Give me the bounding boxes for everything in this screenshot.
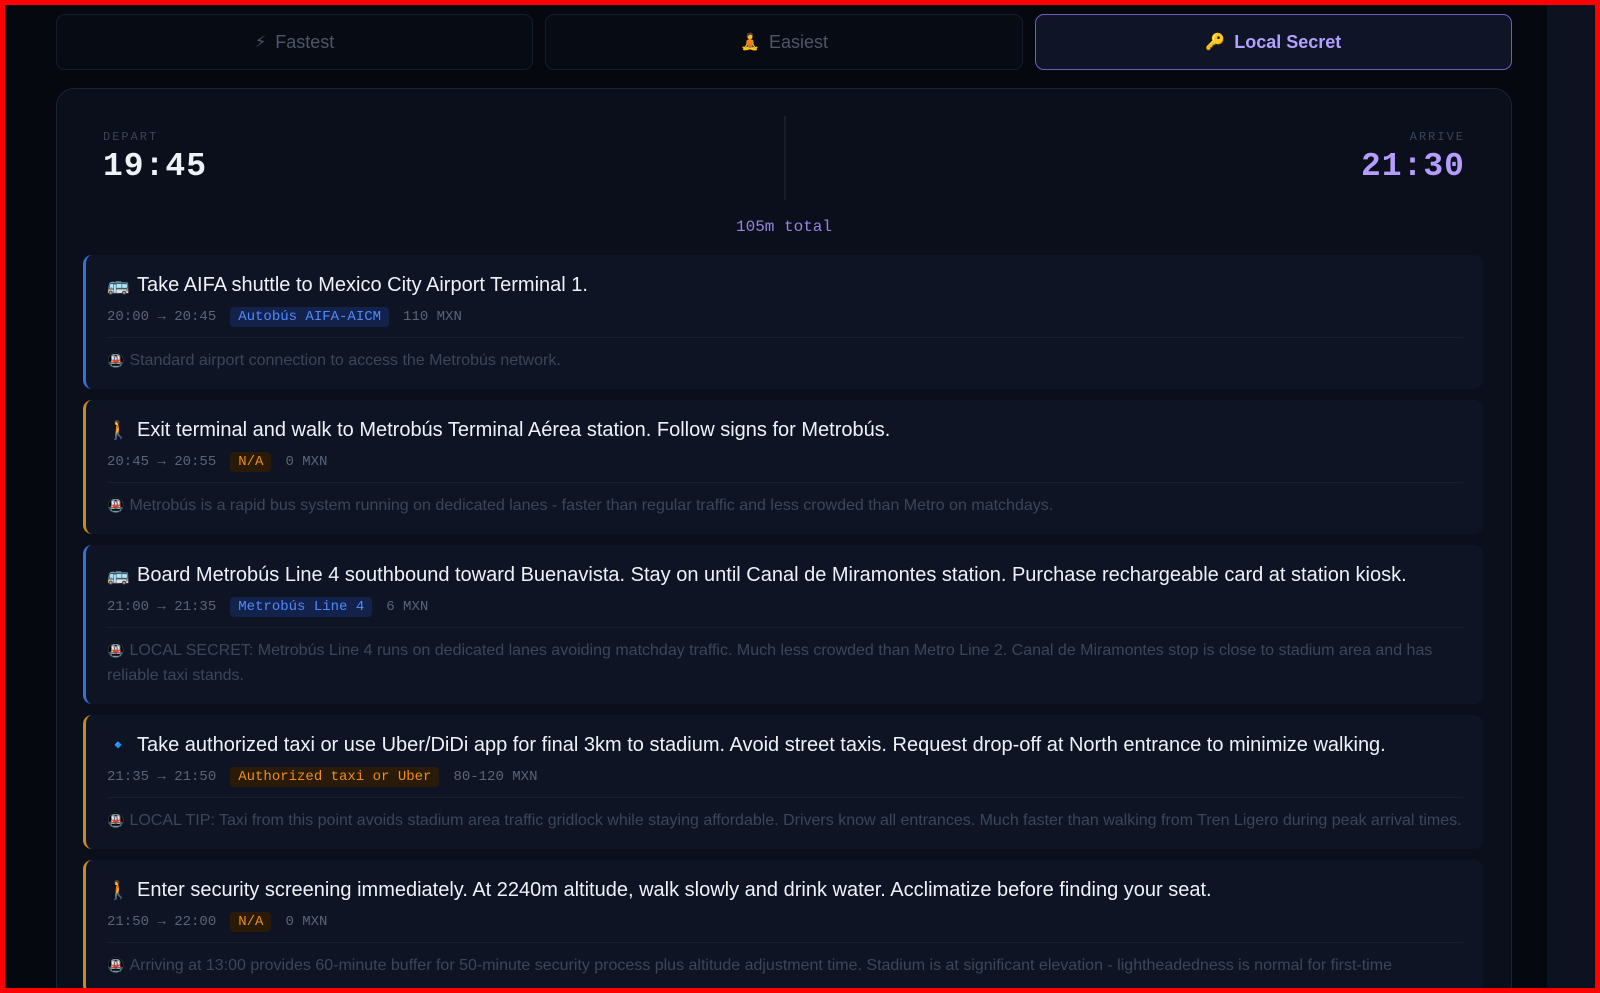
key-icon: 🔑 bbox=[1205, 34, 1226, 51]
step-title-row: 🔹 Take authorized taxi or use Uber/DiDi … bbox=[107, 731, 1463, 759]
step-meta: 21:00 → 21:35 Metrobús Line 4 6 MXN bbox=[107, 596, 1463, 618]
step-card: 🚶 Enter security screening immediately. … bbox=[83, 860, 1483, 993]
tab-local-secret[interactable]: 🔑 Local Secret bbox=[1034, 14, 1512, 70]
step-title-row: 🚌 Take AIFA shuttle to Mexico City Airpo… bbox=[107, 271, 1463, 299]
arrive-time: 21:30 bbox=[1360, 148, 1465, 185]
step-card: 🚶 Exit terminal and walk to Metrobús Ter… bbox=[83, 400, 1483, 534]
step-title: Exit terminal and walk to Metrobús Termi… bbox=[137, 419, 891, 441]
arrive-block: ARRIVE 21:30 bbox=[1361, 130, 1465, 185]
metro-icon: 🚇 bbox=[107, 642, 125, 658]
step-cost: 110 MXN bbox=[403, 309, 462, 325]
step-times: 21:00 → 21:35 bbox=[107, 599, 217, 615]
metro-icon: 🚇 bbox=[107, 957, 125, 973]
service-badge: Metrobús Line 4 bbox=[230, 597, 373, 617]
step-times: 20:00 → 20:45 bbox=[107, 309, 217, 325]
step-title-row: 🚶 Enter security screening immediately. … bbox=[107, 876, 1463, 904]
step-title: Enter security screening immediately. At… bbox=[137, 879, 1212, 901]
step-note: 🚇 Arriving at 13:00 provides 60-minute bu… bbox=[107, 953, 1463, 978]
tab-label: Local Secret bbox=[1234, 31, 1342, 52]
service-badge: Authorized taxi or Uber bbox=[230, 767, 440, 787]
step-cost: 0 MXN bbox=[285, 454, 328, 470]
divider bbox=[107, 627, 1463, 628]
tab-fastest[interactable]: ⚡ Fastest bbox=[56, 14, 534, 70]
step-title: Board Metrobús Line 4 southbound toward … bbox=[137, 564, 1407, 586]
step-note-text: LOCAL SECRET: Metrobús Line 4 runs on de… bbox=[107, 642, 1433, 684]
meditation-icon: 🧘 bbox=[740, 34, 760, 51]
service-badge: N/A bbox=[230, 912, 272, 932]
step-cost: 6 MXN bbox=[386, 599, 429, 615]
step-card: 🔹 Take authorized taxi or use Uber/DiDi … bbox=[83, 715, 1483, 849]
step-note: 🚇 Metrobús is a rapid bus system running … bbox=[107, 493, 1463, 518]
step-note-text: LOCAL TIP: Taxi from this point avoids s… bbox=[129, 812, 1462, 829]
step-title: Take AIFA shuttle to Mexico City Airport… bbox=[137, 274, 588, 296]
step-note: 🚇 Standard airport connection to access t… bbox=[107, 348, 1463, 373]
step-cost: 80-120 MXN bbox=[453, 769, 538, 785]
step-meta: 20:45 → 20:55 N/A 0 MXN bbox=[107, 451, 1463, 473]
step-times: 21:50 → 22:00 bbox=[107, 914, 217, 930]
diamond-icon: 🔹 bbox=[107, 735, 130, 755]
step-times: 21:35 → 21:50 bbox=[107, 769, 217, 785]
divider bbox=[107, 337, 1463, 338]
step-meta: 21:35 → 21:50 Authorized taxi or Uber 80… bbox=[107, 766, 1463, 788]
step-list: 🚌 Take AIFA shuttle to Mexico City Airpo… bbox=[83, 255, 1483, 993]
step-note: 🚇 LOCAL SECRET: Metrobús Line 4 runs on d… bbox=[107, 638, 1463, 688]
step-meta: 21:50 → 22:00 N/A 0 MXN bbox=[107, 911, 1463, 933]
bus-icon: 🚌 bbox=[107, 275, 130, 295]
tab-label: Easiest bbox=[768, 31, 828, 52]
depart-block: DEPART 19:45 bbox=[103, 130, 207, 185]
route-mode-tabs: ⚡ Fastest 🧘 Easiest 🔑 Local Secret bbox=[56, 14, 1512, 70]
metro-icon: 🚇 bbox=[107, 497, 125, 513]
step-title-row: 🚶 Exit terminal and walk to Metrobús Ter… bbox=[107, 416, 1463, 444]
step-title: Take authorized taxi or use Uber/DiDi ap… bbox=[137, 734, 1386, 756]
step-cost: 0 MXN bbox=[285, 914, 328, 930]
walk-icon: 🚶 bbox=[107, 880, 130, 900]
lightning-icon: ⚡ bbox=[255, 34, 267, 51]
scrollbar-track[interactable] bbox=[1547, 5, 1595, 988]
step-note-text: Arriving at 13:00 provides 60-minute buf… bbox=[129, 957, 1392, 974]
step-note-text: Metrobús is a rapid bus system running o… bbox=[129, 497, 1054, 514]
divider bbox=[107, 482, 1463, 483]
divider bbox=[107, 797, 1463, 798]
arrive-label: ARRIVE bbox=[1409, 130, 1465, 144]
tab-label: Fastest bbox=[275, 31, 335, 52]
divider bbox=[784, 116, 786, 200]
total-duration: 105m total bbox=[735, 218, 832, 236]
bus-icon: 🚌 bbox=[107, 565, 130, 585]
service-badge: Autobús AIFA-AICM bbox=[230, 307, 390, 327]
step-note-text: Standard airport connection to access th… bbox=[129, 352, 561, 369]
tab-easiest[interactable]: 🧘 Easiest bbox=[545, 14, 1023, 70]
walk-icon: 🚶 bbox=[107, 420, 130, 440]
divider bbox=[107, 942, 1463, 943]
step-title-row: 🚌 Board Metrobús Line 4 southbound towar… bbox=[107, 561, 1463, 589]
depart-label: DEPART bbox=[103, 130, 159, 144]
metro-icon: 🚇 bbox=[107, 812, 125, 828]
depart-time: 19:45 bbox=[103, 148, 208, 185]
metro-icon: 🚇 bbox=[107, 352, 125, 368]
step-note: 🚇 LOCAL TIP: Taxi from this point avoids … bbox=[107, 808, 1463, 833]
step-meta: 20:00 → 20:45 Autobús AIFA-AICM 110 MXN bbox=[107, 306, 1463, 328]
step-card: 🚌 Board Metrobús Line 4 southbound towar… bbox=[83, 545, 1483, 704]
service-badge: N/A bbox=[230, 452, 272, 472]
step-card: 🚌 Take AIFA shuttle to Mexico City Airpo… bbox=[83, 255, 1483, 389]
step-times: 20:45 → 20:55 bbox=[107, 454, 217, 470]
route-panel: DEPART 19:45 ARRIVE 21:30 105m total 🚌 T… bbox=[56, 88, 1512, 993]
